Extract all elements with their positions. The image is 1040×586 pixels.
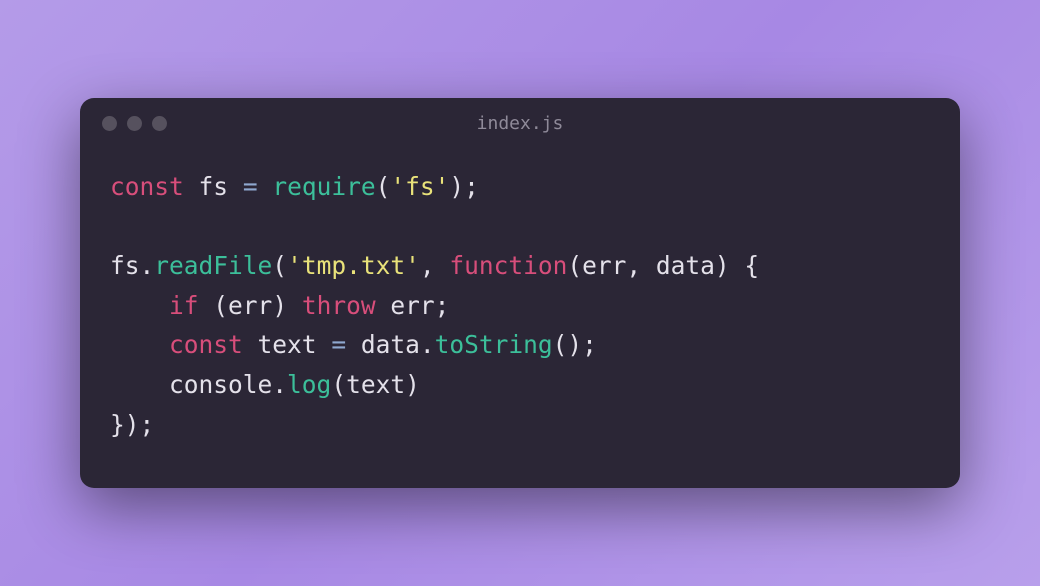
- code-token-pn: ,: [420, 251, 450, 280]
- code-token-kw: throw: [302, 291, 376, 320]
- titlebar: index.js: [80, 98, 960, 145]
- code-token-id: fs: [110, 251, 140, 280]
- code-token-pn: [110, 370, 169, 399]
- code-token-fn: toString: [435, 330, 553, 359]
- code-token-pn: (: [567, 251, 582, 280]
- code-token-id: text: [346, 370, 405, 399]
- code-token-pn: [184, 172, 199, 201]
- code-token-pn: [243, 330, 258, 359]
- code-token-pn: .: [272, 370, 287, 399]
- code-token-id: data: [361, 330, 420, 359]
- window-title: index.js: [80, 113, 960, 134]
- code-editor[interactable]: const fs = require('fs'); fs.readFile('t…: [80, 145, 960, 489]
- code-token-id: err: [390, 291, 434, 320]
- code-token-kw: const: [169, 330, 243, 359]
- code-token-str: 'fs': [390, 172, 449, 201]
- code-token-pn: (: [376, 172, 391, 201]
- code-token-pn: [228, 172, 243, 201]
- code-token-id: err: [582, 251, 626, 280]
- code-token-kw: const: [110, 172, 184, 201]
- code-token-pn: (: [272, 251, 287, 280]
- code-token-id: text: [258, 330, 317, 359]
- traffic-lights: [102, 116, 167, 131]
- code-token-pn: ) {: [715, 251, 759, 280]
- code-token-id: data: [656, 251, 715, 280]
- code-token-pn: .: [140, 251, 155, 280]
- code-token-pn: ): [272, 291, 302, 320]
- code-token-fn: readFile: [154, 251, 272, 280]
- code-token-pn: });: [110, 410, 154, 439]
- close-icon[interactable]: [102, 116, 117, 131]
- code-token-id: err: [228, 291, 272, 320]
- code-token-pn: [258, 172, 273, 201]
- code-token-pn: [110, 330, 169, 359]
- code-token-pn: (: [331, 370, 346, 399]
- code-token-pn: ): [405, 370, 420, 399]
- minimize-icon[interactable]: [127, 116, 142, 131]
- maximize-icon[interactable]: [152, 116, 167, 131]
- code-token-pn: .: [420, 330, 435, 359]
- code-token-pn: (: [199, 291, 229, 320]
- code-token-pn: [317, 330, 332, 359]
- code-token-pn: [346, 330, 361, 359]
- code-token-pn: ,: [626, 251, 656, 280]
- code-token-kw: if: [169, 291, 199, 320]
- code-token-pn: [110, 291, 169, 320]
- code-token-op: =: [243, 172, 258, 201]
- code-token-pn: [376, 291, 391, 320]
- code-token-pn: ;: [435, 291, 450, 320]
- code-token-fn: log: [287, 370, 331, 399]
- code-token-fn: require: [272, 172, 375, 201]
- code-token-kw: function: [449, 251, 567, 280]
- code-token-pn: );: [449, 172, 479, 201]
- code-token-id: fs: [199, 172, 229, 201]
- code-token-str: 'tmp.txt': [287, 251, 420, 280]
- code-token-op: =: [331, 330, 346, 359]
- code-token-pn: ();: [553, 330, 597, 359]
- code-token-id: console: [169, 370, 272, 399]
- editor-window: index.js const fs = require('fs'); fs.re…: [80, 98, 960, 489]
